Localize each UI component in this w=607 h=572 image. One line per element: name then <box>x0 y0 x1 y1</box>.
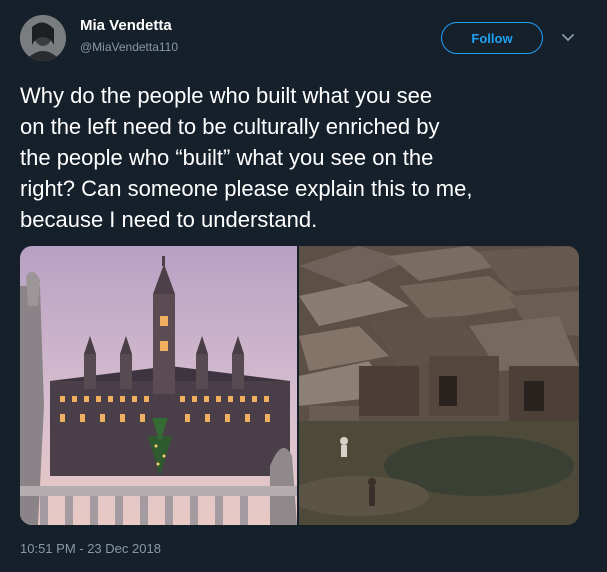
tweet-text: Why do the people who built what you see… <box>20 83 473 232</box>
tweet-timestamp[interactable]: 10:51 PM - 23 Dec 2018 <box>20 541 161 556</box>
slum-photo[interactable] <box>299 246 579 525</box>
chevron-down-icon[interactable] <box>560 30 576 46</box>
display-name[interactable]: Mia Vendetta <box>80 17 172 34</box>
user-handle[interactable]: @MiaVendetta110 <box>80 40 178 54</box>
tweet-media[interactable] <box>20 246 579 525</box>
follow-button[interactable]: Follow <box>441 22 543 54</box>
city-hall-photo[interactable] <box>20 246 297 525</box>
avatar[interactable] <box>20 15 66 61</box>
